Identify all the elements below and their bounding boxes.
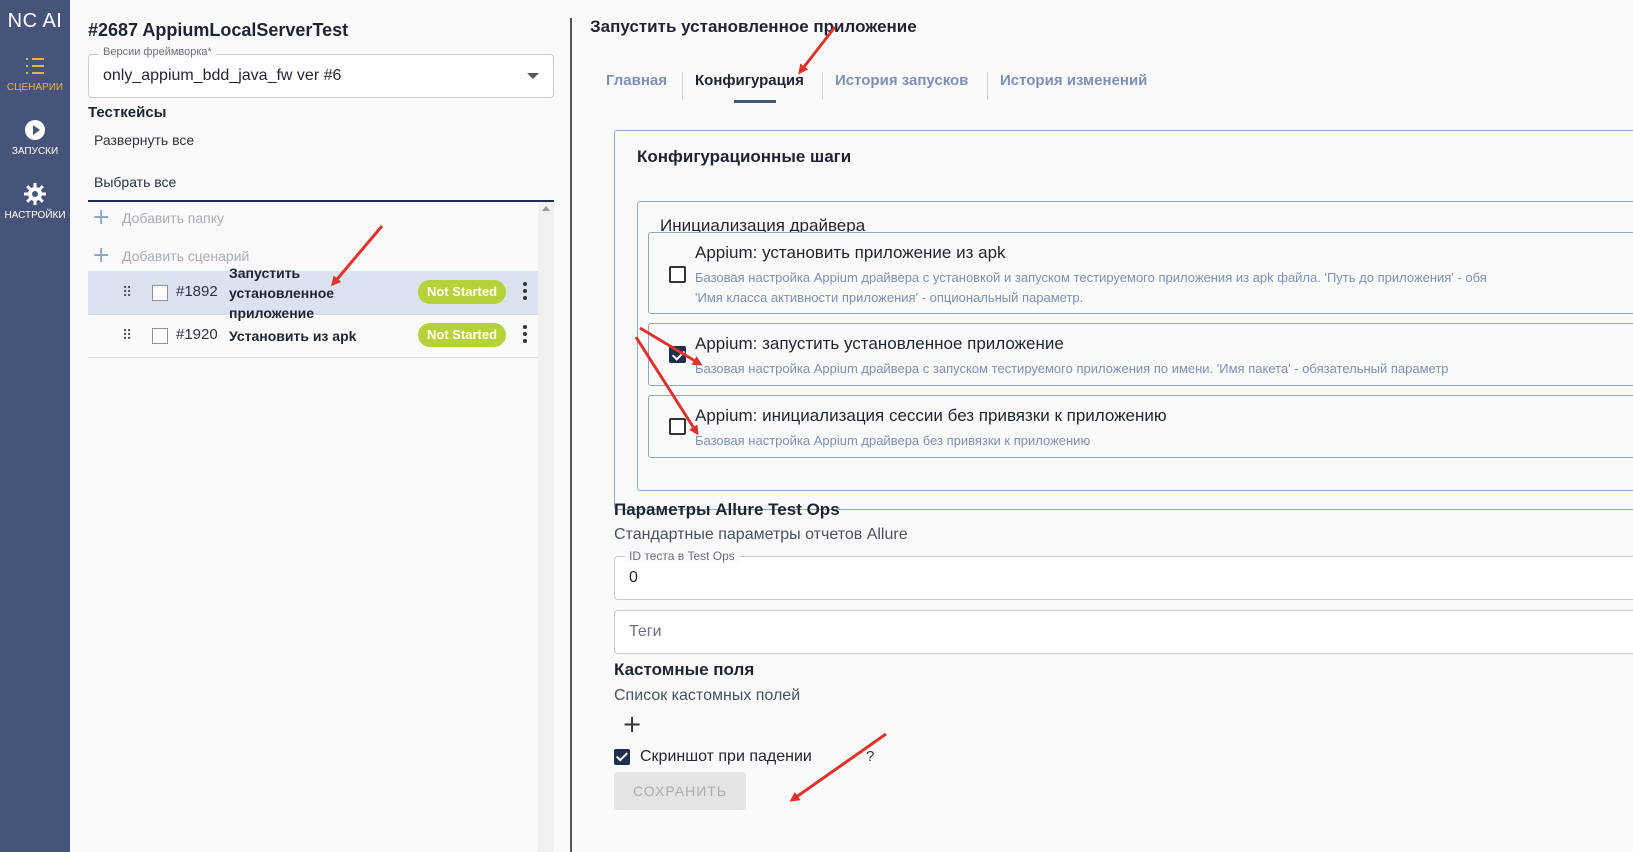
app-root: NC AI СЦЕНАРИИ ЗАПУСКИ НАСТРОЙКИ #2687 A… bbox=[0, 0, 1633, 852]
option-description: Базовая настройка Appium драйвера с уста… bbox=[695, 268, 1633, 308]
plus-icon: + bbox=[92, 243, 111, 268]
tab-divider bbox=[682, 72, 683, 100]
screenshot-label: Скриншот при падении bbox=[640, 748, 812, 765]
more-vert-icon[interactable] bbox=[522, 325, 528, 347]
testcase-checkbox[interactable] bbox=[152, 328, 168, 344]
testops-id-field[interactable]: ID теста в Test Ops 0 bbox=[614, 549, 1633, 600]
nav-label: СЦЕНАРИИ bbox=[6, 82, 64, 93]
framework-value: only_appium_bdd_java_fw ver #6 bbox=[103, 67, 342, 84]
option-description-line: Базовая настройка Appium драйвера с запу… bbox=[695, 361, 1449, 376]
page-title: Запустить установленное приложение bbox=[590, 17, 917, 36]
allure-heading: Параметры Allure Test Ops bbox=[614, 500, 840, 519]
option-description: Базовая настройка Appium драйвера с запу… bbox=[695, 359, 1633, 379]
chevron-down-icon bbox=[527, 73, 539, 79]
tab-run-history[interactable]: История запусков bbox=[835, 72, 968, 104]
save-button[interactable]: СОХРАНИТЬ bbox=[614, 772, 746, 810]
option-description-line: Базовая настройка Appium драйвера без пр… bbox=[695, 433, 1091, 448]
tab-divider bbox=[987, 72, 988, 100]
option-checkbox[interactable] bbox=[669, 266, 686, 283]
select-all-button[interactable]: Выбрать все bbox=[94, 174, 176, 190]
option-session-no-app[interactable]: Appium: инициализация сессии без привязк… bbox=[648, 395, 1633, 458]
testcase-id: #1920 bbox=[176, 326, 218, 343]
custom-fields-heading: Кастомные поля bbox=[614, 660, 755, 679]
tab-divider bbox=[822, 72, 823, 100]
testops-id-legend: ID теста в Test Ops bbox=[625, 549, 739, 563]
tab-change-history[interactable]: История изменений bbox=[1000, 72, 1147, 104]
option-install-apk[interactable]: Appium: установить приложение из apk Баз… bbox=[648, 232, 1633, 314]
config-steps-title: Конфигурационные шаги bbox=[637, 147, 852, 166]
driver-init-group: Инициализация драйвера Appium: установит… bbox=[637, 201, 1633, 491]
framework-select[interactable]: Версии фреймворка* only_appium_bdd_java_… bbox=[88, 46, 554, 98]
scrollbar[interactable] bbox=[538, 202, 554, 852]
panel-divider[interactable] bbox=[570, 18, 572, 852]
option-checkbox-checked[interactable] bbox=[669, 346, 686, 363]
add-folder-label: Добавить папку bbox=[122, 210, 224, 226]
nav-runs[interactable]: ЗАПУСКИ bbox=[0, 118, 70, 157]
option-title: Appium: запустить установленное приложен… bbox=[695, 334, 1064, 353]
expand-all-button[interactable]: Развернуть все bbox=[94, 132, 194, 148]
drag-handle-icon[interactable]: ⠿ bbox=[122, 285, 132, 301]
option-description-line: 'Имя класса активности приложения' - опц… bbox=[695, 290, 1084, 305]
table-row[interactable]: ⠿ #1920 Установить из apk Not Started bbox=[88, 314, 538, 358]
table-row[interactable]: ⠿ #1892 Запустить установленное приложен… bbox=[88, 265, 538, 321]
nav-label: ЗАПУСКИ bbox=[11, 146, 59, 157]
option-title: Appium: установить приложение из apk bbox=[695, 243, 1006, 262]
tags-input[interactable] bbox=[629, 623, 1529, 641]
config-steps-panel: Конфигурационные шаги Инициализация драй… bbox=[614, 130, 1633, 510]
project-title: #2687 AppiumLocalServerTest bbox=[88, 20, 349, 40]
option-title: Appium: инициализация сессии без привязк… bbox=[695, 406, 1167, 425]
tab-main[interactable]: Главная bbox=[606, 72, 667, 104]
more-vert-icon[interactable] bbox=[522, 282, 528, 304]
logo: NC AI bbox=[7, 10, 63, 32]
add-folder-button[interactable]: + Добавить папку bbox=[88, 202, 528, 236]
add-custom-field-button[interactable]: + bbox=[622, 710, 642, 738]
plus-icon: + bbox=[92, 205, 111, 230]
help-icon[interactable]: ? bbox=[866, 748, 874, 765]
gear-icon bbox=[24, 183, 46, 205]
active-tab-indicator bbox=[734, 100, 776, 103]
testcase-checkbox[interactable] bbox=[152, 285, 168, 301]
sidebar: NC AI СЦЕНАРИИ ЗАПУСКИ НАСТРОЙКИ bbox=[0, 0, 70, 852]
nav-label: НАСТРОЙКИ bbox=[4, 210, 66, 221]
scenario-detail: Запустить установленное приложение Главн… bbox=[574, 0, 1633, 852]
add-scenario-label: Добавить сценарий bbox=[122, 248, 250, 264]
drag-handle-icon[interactable]: ⠿ bbox=[122, 328, 132, 344]
play-circle-icon bbox=[25, 120, 45, 140]
testcases-heading: Тесткейсы bbox=[88, 104, 167, 121]
framework-legend: Версии фреймворка* bbox=[99, 46, 216, 58]
allure-subtitle: Стандартные параметры отчетов Allure bbox=[614, 526, 908, 543]
list-icon bbox=[26, 58, 44, 74]
testcase-tree: + Добавить папку + Добавить сценарий ⠿ #… bbox=[88, 202, 538, 852]
testcase-name: Запустить установленное приложение bbox=[229, 265, 335, 321]
testcase-name: Установить из apk bbox=[229, 328, 357, 344]
testops-id-value: 0 bbox=[629, 569, 638, 586]
screenshot-checkbox[interactable] bbox=[614, 749, 630, 765]
custom-fields-subtitle: Список кастомных полей bbox=[614, 687, 801, 704]
testcase-id: #1892 bbox=[176, 283, 218, 300]
option-description: Базовая настройка Appium драйвера без пр… bbox=[695, 431, 1633, 451]
tags-field[interactable] bbox=[614, 610, 1633, 654]
option-launch-installed[interactable]: Appium: запустить установленное приложен… bbox=[648, 323, 1633, 386]
scroll-up-icon[interactable] bbox=[542, 206, 550, 211]
status-badge: Not Started bbox=[418, 323, 507, 347]
nav-scenarios[interactable]: СЦЕНАРИИ bbox=[0, 54, 70, 93]
nav-settings[interactable]: НАСТРОЙКИ bbox=[0, 182, 70, 221]
testcase-panel: #2687 AppiumLocalServerTest Версии фрейм… bbox=[70, 0, 570, 852]
status-badge: Not Started bbox=[418, 280, 507, 304]
option-description-line: Базовая настройка Appium драйвера с уста… bbox=[695, 270, 1487, 285]
option-checkbox[interactable] bbox=[669, 418, 686, 435]
